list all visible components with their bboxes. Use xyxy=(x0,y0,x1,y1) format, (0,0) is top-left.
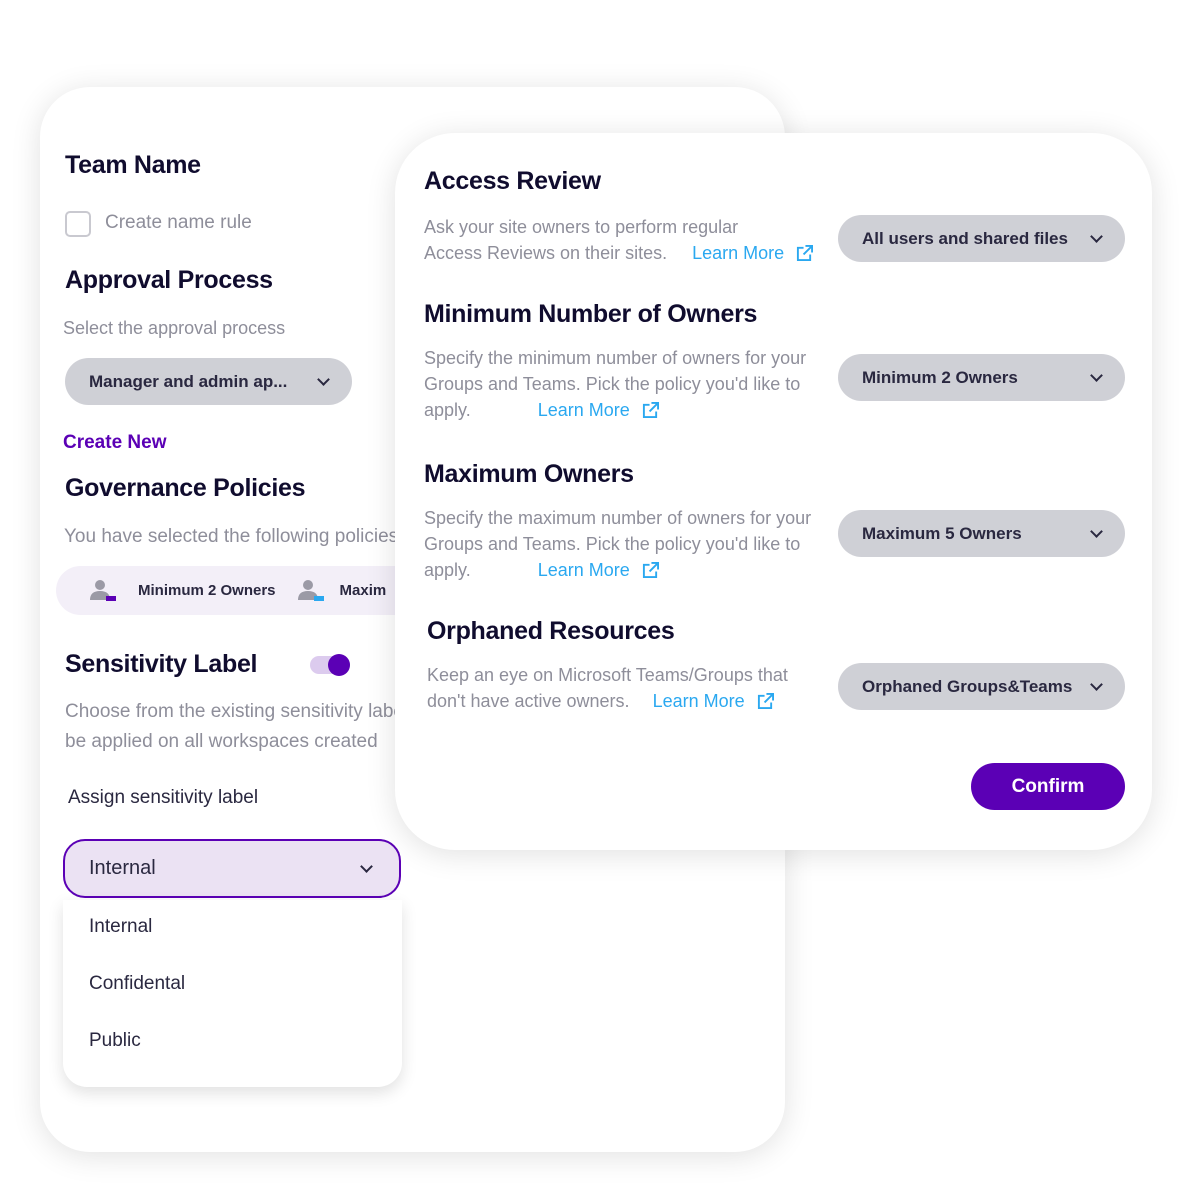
external-link-icon xyxy=(642,401,659,418)
learn-more-text: Learn More xyxy=(652,691,745,711)
learn-more-link[interactable]: Learn More xyxy=(538,557,659,583)
learn-more-link[interactable]: Learn More xyxy=(538,397,659,423)
sensitivity-label-value: Internal xyxy=(89,857,156,879)
assign-sensitivity-label: Assign sensitivity label xyxy=(68,787,259,808)
approval-process-value: Manager and admin ap... xyxy=(89,371,288,391)
description-line: Access Reviews on their sites. xyxy=(424,243,668,263)
external-link-icon xyxy=(797,244,814,261)
sensitivity-label-dropdown-menu: Internal Confidental Public xyxy=(63,900,402,1087)
orphaned-resources-select[interactable]: Orphaned Groups&Teams xyxy=(838,663,1125,710)
minimum-owners-title: Minimum Number of Owners xyxy=(424,300,758,328)
sensitivity-label-select[interactable]: Internal xyxy=(63,839,401,898)
approval-process-subtitle: Select the approval process xyxy=(63,318,286,338)
maximum-owners-description: Specify the maximum number of owners for… xyxy=(424,505,811,583)
access-review-description: Ask your site owners to perform regular … xyxy=(424,214,814,266)
confirm-button[interactable]: Confirm xyxy=(971,763,1125,810)
learn-more-text: Learn More xyxy=(692,243,785,263)
learn-more-text: Learn More xyxy=(537,560,630,580)
sensitivity-label-title: Sensitivity Label xyxy=(65,650,258,678)
sensitivity-description-line: Choose from the existing sensitivity lab… xyxy=(65,701,404,722)
create-name-rule-label: Create name rule xyxy=(105,212,252,233)
external-link-icon xyxy=(642,561,659,578)
description-line: Keep an eye on Microsoft Teams/Groups th… xyxy=(427,665,788,685)
learn-more-link[interactable]: Learn More xyxy=(692,240,814,266)
minimum-owners-value: Minimum 2 Owners xyxy=(862,367,1018,387)
maximum-owners-select[interactable]: Maximum 5 Owners xyxy=(838,510,1125,557)
policy-chip-label: Minimum 2 Owners xyxy=(138,582,276,599)
sensitivity-label-toggle[interactable] xyxy=(310,654,350,676)
access-review-select[interactable]: All users and shared files xyxy=(838,215,1125,262)
description-line: Ask your site owners to perform regular xyxy=(424,217,739,237)
description-line: Groups and Teams. Pick the policy you'd … xyxy=(424,534,801,554)
chevron-down-icon xyxy=(1090,677,1103,691)
description-line: apply. xyxy=(424,560,471,580)
user-icon xyxy=(297,578,328,604)
access-review-value: All users and shared files xyxy=(862,228,1068,248)
chevron-down-icon xyxy=(1090,229,1103,243)
learn-more-text: Learn More xyxy=(537,400,630,420)
orphaned-resources-value: Orphaned Groups&Teams xyxy=(862,676,1073,696)
orphaned-resources-description: Keep an eye on Microsoft Teams/Groups th… xyxy=(427,662,788,714)
description-line: apply. xyxy=(424,400,471,420)
team-name-title: Team Name xyxy=(65,151,201,179)
description-line: Specify the maximum number of owners for… xyxy=(424,508,812,528)
learn-more-link[interactable]: Learn More xyxy=(653,688,774,714)
create-new-link[interactable]: Create New xyxy=(63,432,167,454)
maximum-owners-value: Maximum 5 Owners xyxy=(862,523,1022,543)
minimum-owners-select[interactable]: Minimum 2 Owners xyxy=(838,354,1125,401)
create-name-rule-checkbox[interactable] xyxy=(65,211,91,237)
description-line: Groups and Teams. Pick the policy you'd … xyxy=(424,374,801,394)
governance-policies-card: Access Review Ask your site owners to pe… xyxy=(395,133,1152,850)
policy-chip-label: Maxim xyxy=(339,582,387,599)
orphaned-resources-title: Orphaned Resources xyxy=(427,617,675,645)
chevron-down-icon xyxy=(360,859,373,873)
governance-policies-title: Governance Policies xyxy=(65,474,306,502)
chevron-down-icon xyxy=(1090,524,1103,538)
description-line: don't have active owners. xyxy=(427,691,630,711)
minimum-owners-description: Specify the minimum number of owners for… xyxy=(424,345,806,423)
dropdown-option-internal[interactable]: Internal xyxy=(63,916,402,973)
user-icon xyxy=(90,578,120,604)
governance-policies-subtitle: You have selected the following policies xyxy=(64,526,399,547)
approval-process-title: Approval Process xyxy=(65,266,273,294)
external-link-icon xyxy=(757,692,774,709)
maximum-owners-title: Maximum Owners xyxy=(424,460,634,488)
access-review-title: Access Review xyxy=(424,167,601,195)
chevron-down-icon xyxy=(317,372,330,386)
dropdown-option-public[interactable]: Public xyxy=(63,1030,402,1087)
sensitivity-description-line: be applied on all workspaces created xyxy=(65,731,378,752)
approval-process-select[interactable]: Manager and admin ap... xyxy=(65,358,352,405)
dropdown-option-confidental[interactable]: Confidental xyxy=(63,973,402,1030)
description-line: Specify the minimum number of owners for… xyxy=(424,348,807,368)
chevron-down-icon xyxy=(1090,368,1103,382)
sensitivity-description: Choose from the existing sensitivity lab… xyxy=(65,697,404,757)
